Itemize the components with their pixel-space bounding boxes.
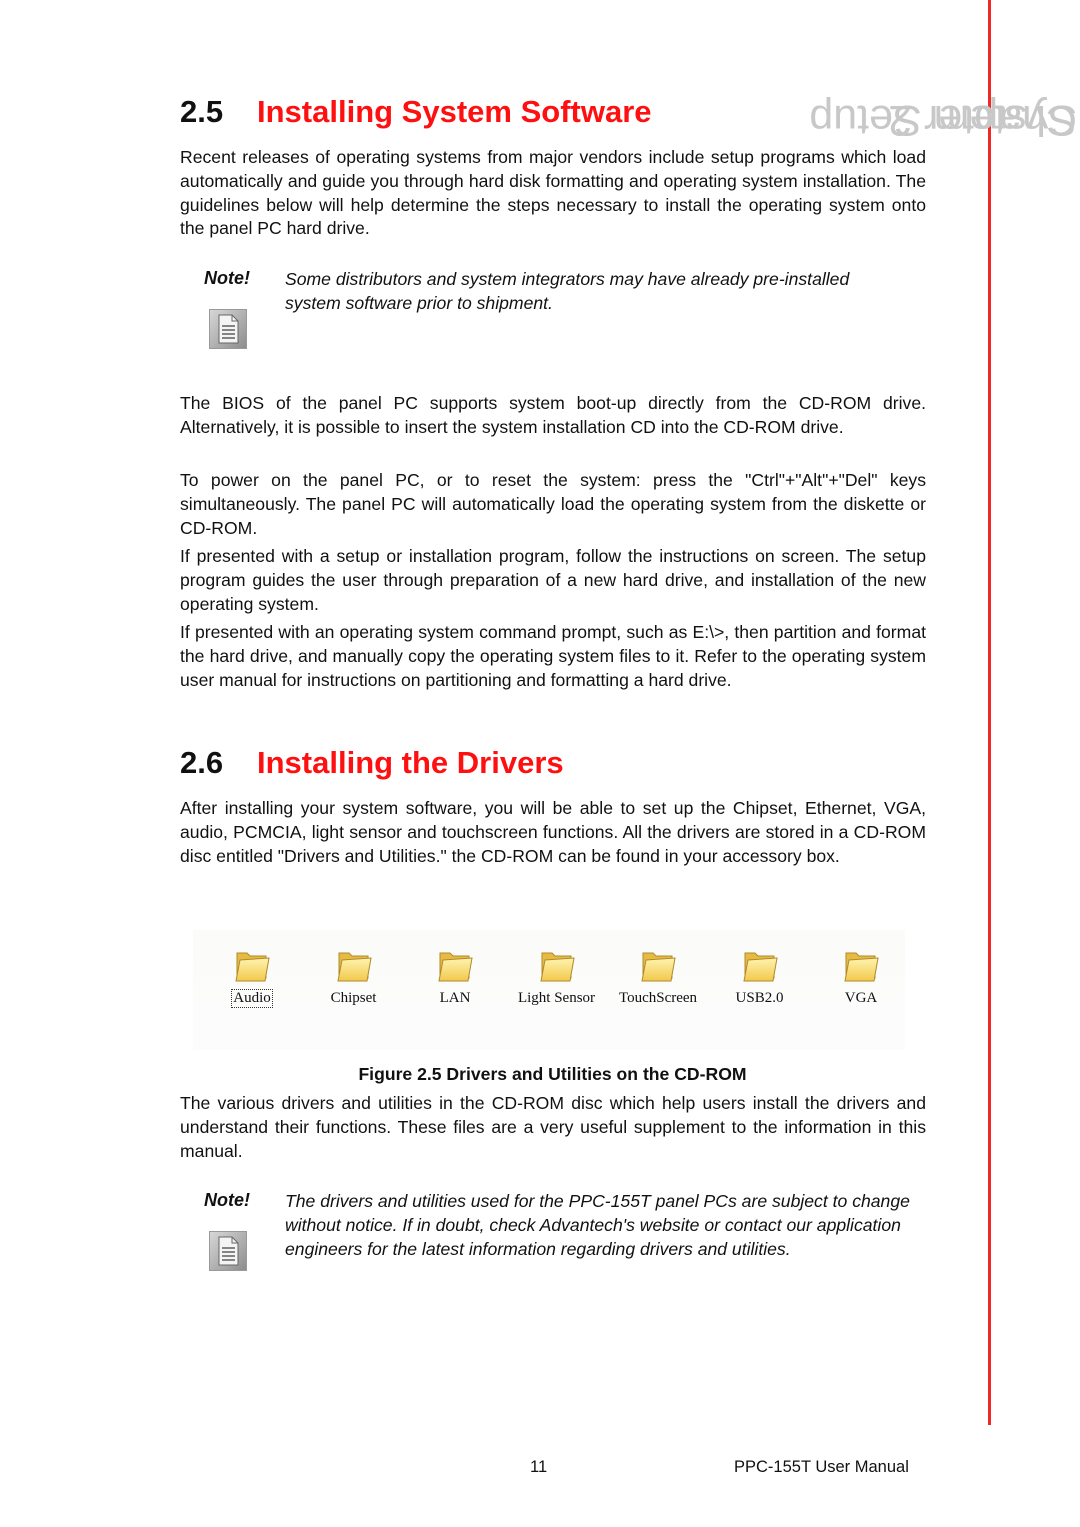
- folder-item[interactable]: LAN: [405, 948, 505, 1007]
- folder-item[interactable]: Audio: [202, 948, 302, 1008]
- folder-icon: [710, 948, 810, 984]
- folder-icon: [608, 948, 708, 984]
- section-number: 2.5: [180, 94, 224, 129]
- folder-item[interactable]: USB2.0: [710, 948, 810, 1007]
- body-paragraph: To power on the panel PC, or to reset th…: [180, 470, 926, 538]
- folder-icon: [811, 948, 911, 984]
- folder-label: USB2.0: [735, 990, 784, 1006]
- section-title: Installing the Drivers: [257, 745, 564, 780]
- section-title: Installing System Software: [257, 94, 652, 129]
- folder-icon: [202, 948, 302, 984]
- chapter-margin-rule: [988, 0, 991, 1425]
- manual-page: Chapter 2 System Setup 2.5 Installing Syst…: [0, 0, 1080, 1527]
- folder-label: Chipset: [330, 990, 377, 1006]
- drivers-folder-figure: Audio Chipset LAN Light Sensor TouchScreen US…: [193, 930, 905, 1050]
- side-tab-section: System Setup: [809, 96, 1077, 144]
- section-number: 2.6: [180, 745, 224, 780]
- body-paragraph: If presented with an operating system co…: [180, 622, 926, 690]
- note-text: The drivers and utilities used for the P…: [285, 1191, 910, 1259]
- folder-icon: [507, 948, 607, 984]
- body-paragraph: If presented with a setup or installatio…: [180, 546, 926, 614]
- folder-item[interactable]: VGA: [811, 948, 911, 1007]
- chapter-side-tab: Chapter 2 System Setup: [809, 96, 1079, 600]
- body-paragraph: The BIOS of the panel PC supports system…: [180, 393, 926, 437]
- folder-icon: [304, 948, 404, 984]
- figure-caption: Figure 2.5 Drivers and Utilities on the …: [358, 1064, 747, 1084]
- page-number: 11: [530, 1458, 548, 1476]
- note-label: Note!: [204, 268, 250, 288]
- folder-label: VGA: [844, 990, 878, 1006]
- folder-label: LAN: [439, 990, 471, 1006]
- folder-label: Light Sensor: [517, 990, 596, 1006]
- body-paragraph: The various drivers and utilities in the…: [180, 1093, 926, 1161]
- folder-icon: [405, 948, 505, 984]
- manual-title: PPC-155T User Manual: [734, 1458, 909, 1476]
- section-heading-2-5: 2.5 Installing System Software: [180, 94, 652, 130]
- folder-item[interactable]: Chipset: [304, 948, 404, 1007]
- note-label: Note!: [204, 1190, 250, 1210]
- folder-item[interactable]: Light Sensor: [507, 948, 607, 1007]
- section-intro-paragraph: After installing your system software, y…: [180, 798, 926, 866]
- note-text: Some distributors and system integrators…: [285, 269, 850, 313]
- section-intro-paragraph: Recent releases of operating systems fro…: [180, 147, 926, 239]
- folder-label: TouchScreen: [618, 990, 698, 1006]
- folder-label: Audio: [231, 989, 273, 1008]
- document-note-icon: [209, 1231, 247, 1271]
- folder-item[interactable]: TouchScreen: [608, 948, 708, 1007]
- document-note-icon: [209, 309, 247, 349]
- section-heading-2-6: 2.6 Installing the Drivers: [180, 745, 564, 781]
